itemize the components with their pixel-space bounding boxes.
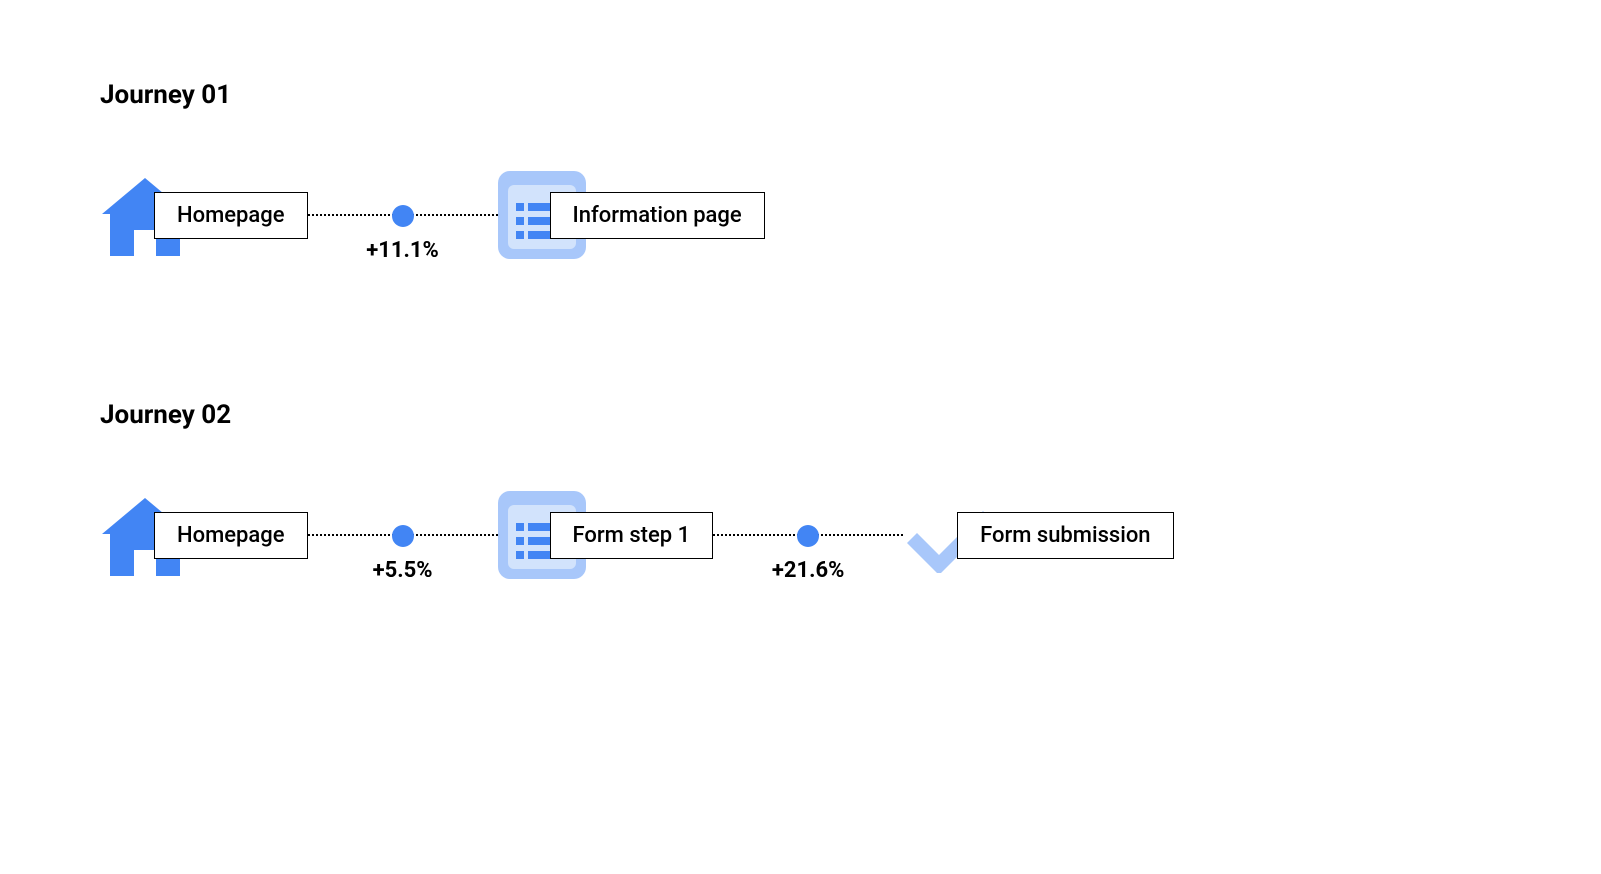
journey-node-homepage: Homepage bbox=[100, 170, 308, 260]
connector: +11.1% bbox=[308, 214, 498, 216]
node-label: Form step 1 bbox=[550, 512, 714, 559]
journey-flow: Homepage +11.1% bbox=[100, 170, 1501, 260]
journey-flow: Homepage +5.5% bbox=[100, 490, 1501, 580]
connector-dot-icon bbox=[392, 205, 414, 227]
connector-label: +5.5% bbox=[373, 558, 433, 583]
connector-dot-icon bbox=[797, 525, 819, 547]
connector: +21.6% bbox=[713, 534, 903, 536]
node-label: Homepage bbox=[154, 192, 308, 239]
connector-label: +21.6% bbox=[772, 558, 845, 583]
connector: +5.5% bbox=[308, 534, 498, 536]
journey-title: Journey 02 bbox=[100, 400, 1501, 430]
connector-label: +11.1% bbox=[366, 238, 439, 263]
node-label: Information page bbox=[550, 192, 765, 239]
journey-01: Journey 01 Homepage +11.1% bbox=[100, 80, 1501, 260]
journey-02: Journey 02 Homepage +5.5% bbox=[100, 400, 1501, 580]
journey-node-information-page: Information page bbox=[498, 171, 765, 259]
journey-node-form-step-1: Form step 1 bbox=[498, 491, 714, 579]
connector-line bbox=[713, 534, 903, 536]
journey-node-form-submission: Form submission bbox=[903, 497, 1173, 573]
connector-line bbox=[308, 534, 498, 536]
connector-line bbox=[308, 214, 498, 216]
node-label: Form submission bbox=[957, 512, 1173, 559]
journey-node-homepage: Homepage bbox=[100, 490, 308, 580]
node-label: Homepage bbox=[154, 512, 308, 559]
connector-dot-icon bbox=[392, 525, 414, 547]
journey-title: Journey 01 bbox=[100, 80, 1501, 110]
